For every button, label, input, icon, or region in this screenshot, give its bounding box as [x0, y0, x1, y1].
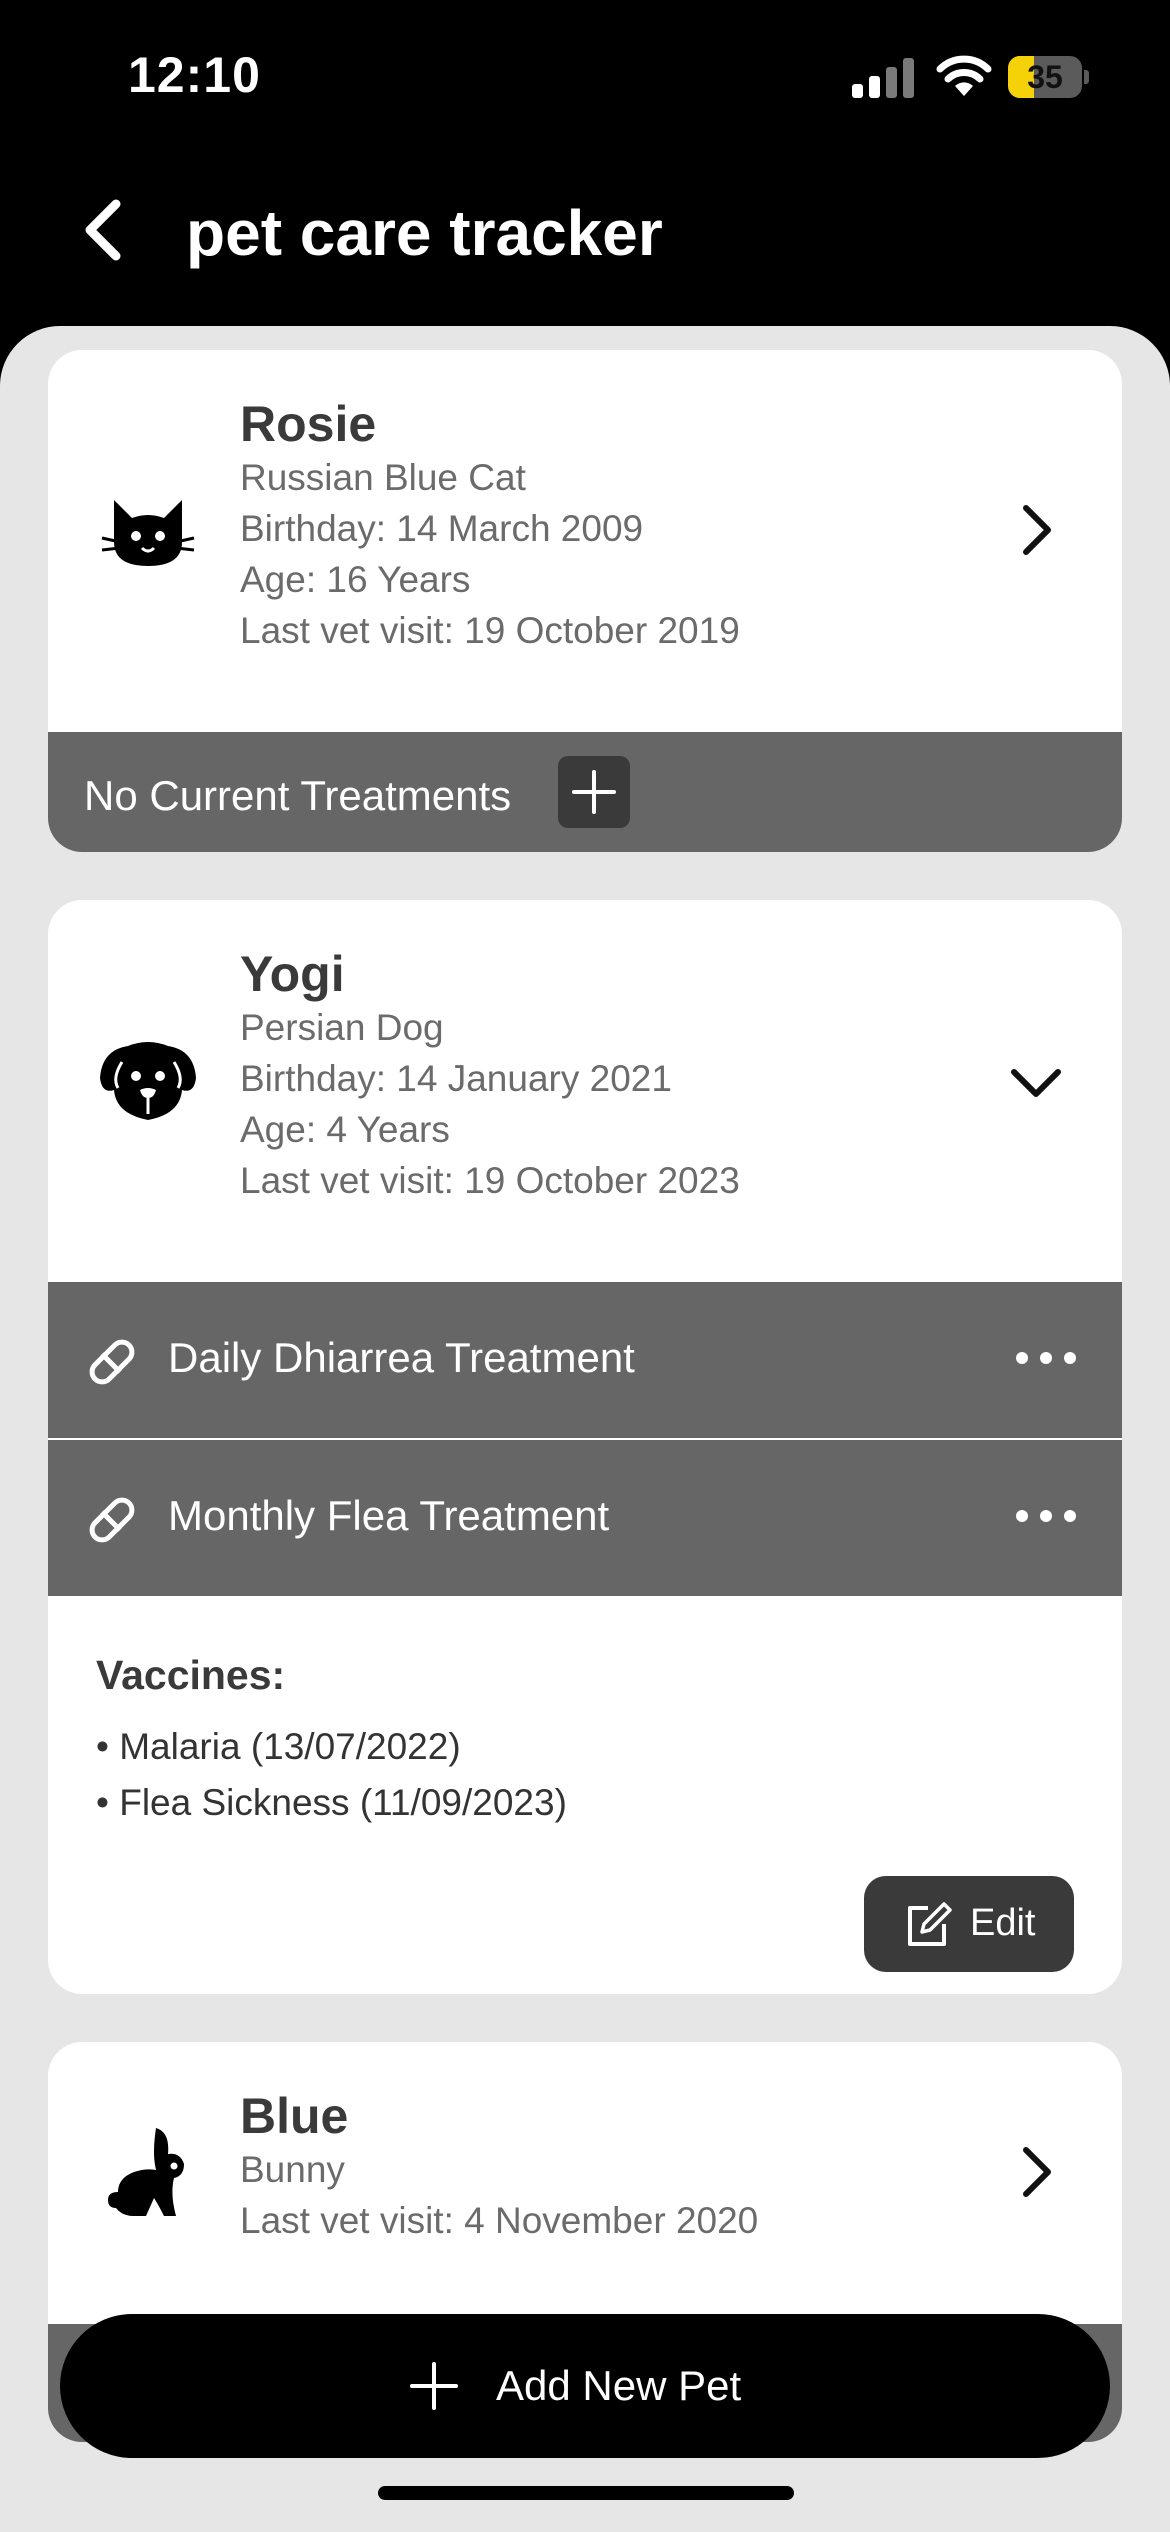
battery-percentage: 35 [1027, 59, 1063, 95]
treatments-bar: No Current Treatments [48, 732, 1122, 852]
plus-icon [410, 2362, 458, 2410]
treatment-row[interactable]: Daily Dhiarrea Treatment [48, 1282, 1122, 1438]
pet-age: Age: 4 Years [240, 1109, 450, 1150]
pet-last-vet-visit: Last vet visit: 4 November 2020 [240, 2200, 759, 2241]
chevron-right-icon[interactable] [1006, 500, 1066, 560]
treatment-label: Monthly Flea Treatment [168, 1492, 610, 1539]
status-time: 12:10 [128, 47, 261, 103]
pet-breed: Russian Blue Cat [240, 457, 526, 498]
wifi-icon [936, 55, 992, 96]
pet-card-yogi: Yogi Persian Dog Birthday: 14 January 20… [48, 900, 1122, 1994]
chevron-down-icon[interactable] [1006, 1052, 1066, 1112]
pet-breed: Persian Dog [240, 1007, 444, 1048]
chevron-left-icon[interactable] [70, 190, 140, 270]
edit-icon [908, 1902, 952, 1946]
more-options-button[interactable] [1016, 1502, 1076, 1532]
add-new-pet-label: Add New Pet [496, 2362, 742, 2409]
edit-button[interactable]: Edit [864, 1876, 1074, 1972]
add-treatment-button[interactable] [558, 756, 630, 828]
pet-birthday: Birthday: 14 January 2021 [240, 1058, 672, 1099]
home-indicator[interactable] [378, 2486, 794, 2500]
treatment-row[interactable]: Monthly Flea Treatment [48, 1440, 1122, 1596]
cat-icon [101, 500, 195, 566]
pet-breed: Bunny [240, 2149, 345, 2190]
vaccine-item: • Malaria (13/07/2022) [96, 1726, 461, 1767]
pet-last-vet-visit: Last vet visit: 19 October 2019 [240, 610, 740, 651]
pet-card-rosie: Rosie Russian Blue Cat Birthday: 14 Marc… [48, 350, 1122, 852]
pet-name: Yogi [240, 946, 345, 1002]
pet-name: Blue [240, 2088, 349, 2144]
pet-card-header[interactable]: Yogi Persian Dog Birthday: 14 January 20… [48, 900, 1122, 1258]
chevron-right-icon[interactable] [1006, 2142, 1066, 2202]
navigation-bar: pet care tracker [0, 160, 1170, 330]
vaccines-heading: Vaccines: [96, 1652, 286, 1698]
pet-birthday: Birthday: 14 March 2009 [240, 508, 644, 549]
pet-list[interactable]: Rosie Russian Blue Cat Birthday: 14 Marc… [0, 326, 1170, 2532]
pet-age: Age: 16 Years [240, 559, 471, 600]
pill-icon [89, 1497, 135, 1543]
no-treatments-label: No Current Treatments [84, 772, 512, 819]
pet-card-header[interactable]: Rosie Russian Blue Cat Birthday: 14 Marc… [48, 350, 1122, 708]
status-bar: 12:10 35 [0, 0, 1170, 160]
dog-icon [100, 1042, 196, 1120]
signal-icon [852, 58, 914, 98]
rabbit-icon [108, 2128, 184, 2216]
pill-icon [89, 1339, 135, 1385]
pet-card-header[interactable]: Blue Bunny Last vet visit: 4 November 20… [48, 2042, 1122, 2298]
more-options-button[interactable] [1016, 1344, 1076, 1374]
battery-icon: 35 [1008, 56, 1089, 98]
pet-name: Rosie [240, 396, 377, 452]
pet-last-vet-visit: Last vet visit: 19 October 2023 [240, 1160, 740, 1201]
treatment-label: Daily Dhiarrea Treatment [168, 1334, 635, 1381]
edit-label: Edit [970, 1902, 1036, 1944]
add-new-pet-button[interactable]: Add New Pet [60, 2314, 1110, 2458]
page-title: pet care tracker [186, 197, 663, 269]
vaccine-item: • Flea Sickness (11/09/2023) [96, 1782, 567, 1823]
